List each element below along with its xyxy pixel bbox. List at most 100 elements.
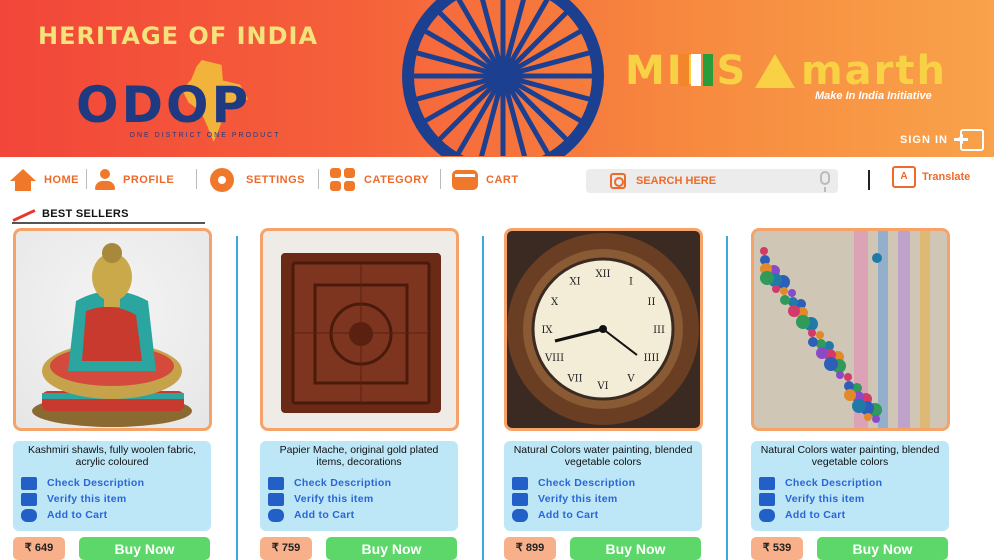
nav-divider [86, 169, 87, 189]
add-to-cart-link[interactable]: Add to Cart [512, 508, 598, 522]
translate-icon[interactable]: A [892, 166, 916, 188]
add-to-cart-link[interactable]: Add to Cart [21, 508, 107, 522]
shawl-flower [796, 315, 810, 329]
nav-divider [318, 169, 319, 189]
odop-logo-text: ODOP [76, 76, 252, 134]
verify-item-link[interactable]: Verify this item [268, 492, 374, 506]
ashoka-chakra-icon [402, 0, 604, 156]
column-divider [482, 236, 484, 560]
clock-numeral: I [629, 277, 633, 288]
gear-icon [210, 168, 234, 192]
clock-numeral: II [648, 297, 656, 308]
product-image-buddha-statue[interactable] [13, 228, 212, 431]
check-description-label: Check Description [294, 477, 392, 489]
sign-in-link[interactable]: SIGN IN [900, 134, 948, 146]
nav-item-settings[interactable]: SETTINGS [210, 168, 305, 192]
shawl-flower [780, 295, 790, 305]
shawl-flower [864, 413, 872, 421]
product-title: Natural Colors water painting, blended v… [513, 444, 693, 468]
shawl-flower [788, 289, 796, 297]
search-icon[interactable] [610, 173, 626, 189]
verified-icon [21, 492, 37, 506]
check-description-label: Check Description [785, 477, 883, 489]
cart-icon [21, 508, 37, 522]
buy-now-button[interactable]: Buy Now [570, 537, 701, 560]
check-description-label: Check Description [538, 477, 636, 489]
odop-tagline: ONE DISTRICT ONE PRODUCT [129, 132, 281, 139]
nav-item-home[interactable]: HOME [10, 168, 79, 192]
nav-item-category[interactable]: CATEGORY [330, 168, 429, 192]
product-image-carved-wooden-box[interactable] [260, 228, 459, 431]
cart-icon [268, 508, 284, 522]
sign-in-icon[interactable] [954, 129, 984, 151]
verified-icon [512, 492, 528, 506]
verified-icon [268, 492, 284, 506]
best-sellers-underline [12, 222, 205, 224]
clock-numeral: IIII [644, 353, 660, 364]
product-image-embroidered-shawl[interactable] [751, 228, 950, 431]
product-title: Papier Mache, original gold plated items… [279, 444, 439, 468]
product-image-wall-clock[interactable]: XII I II III IIII V VI VII VIII IX X XI [504, 228, 703, 431]
microphone-icon[interactable] [820, 171, 830, 192]
price-badge: ₹ 899 [504, 537, 556, 560]
heritage-title: HERITAGE OF INDIA [38, 22, 319, 50]
nav-item-profile[interactable]: PROFILE [95, 168, 174, 192]
add-to-cart-link[interactable]: Add to Cart [759, 508, 845, 522]
box-icon [21, 476, 37, 490]
nav-item-cart[interactable]: CART [452, 168, 519, 192]
clock-numeral: VIII [544, 353, 564, 364]
verify-item-label: Verify this item [47, 493, 127, 505]
add-to-cart-link[interactable]: Add to Cart [268, 508, 354, 522]
verify-item-label: Verify this item [785, 493, 865, 505]
verify-item-label: Verify this item [294, 493, 374, 505]
nav-divider [440, 169, 441, 189]
home-icon [10, 169, 36, 191]
buy-now-button[interactable]: Buy Now [79, 537, 210, 560]
product-title: Natural Colors water painting, blended v… [760, 444, 940, 468]
check-description-link[interactable]: Check Description [759, 476, 882, 490]
shawl-flower [780, 287, 788, 295]
translate-button[interactable]: Translate [922, 171, 970, 183]
mii-flag-bar [679, 54, 689, 86]
verify-item-link[interactable]: Verify this item [512, 492, 618, 506]
header-banner: HERITAGE OF INDIA ODOP ONE DISTRICT ONE … [0, 0, 994, 157]
mii-flag-bar [703, 54, 713, 86]
search-bar [586, 169, 838, 193]
check-description-link[interactable]: Check Description [268, 476, 391, 490]
shawl-flower [844, 389, 856, 401]
buy-now-button[interactable]: Buy Now [817, 537, 948, 560]
price-badge: ₹ 539 [751, 537, 803, 560]
product-card-body: Natural Colors water painting, blended v… [504, 441, 702, 531]
verify-item-link[interactable]: Verify this item [759, 492, 865, 506]
shawl-flower [808, 329, 816, 337]
nav-item-label: CART [486, 174, 519, 186]
price-badge: ₹ 649 [13, 537, 65, 560]
product-card-body: Papier Mache, original gold plated items… [260, 441, 458, 531]
profile-icon [95, 169, 115, 191]
trending-up-icon [12, 207, 36, 221]
check-description-link[interactable]: Check Description [21, 476, 144, 490]
clock-numeral: XII [595, 269, 610, 280]
search-input[interactable] [636, 172, 806, 190]
nav-divider [196, 169, 197, 189]
carved-box-image [281, 253, 441, 413]
shawl-flower [760, 271, 774, 285]
check-description-link[interactable]: Check Description [512, 476, 635, 490]
buy-now-button[interactable]: Buy Now [326, 537, 457, 560]
samarth-logo-text-rest: marth [801, 48, 947, 94]
verify-item-label: Verify this item [538, 493, 618, 505]
product-title: Kashmiri shawls, fully woolen fabric, ac… [27, 444, 197, 468]
product-card-body: Kashmiri shawls, fully woolen fabric, ac… [13, 441, 211, 531]
verify-item-link[interactable]: Verify this item [21, 492, 127, 506]
wall-clock-image: XIIIIIIIIIIIIVVIVIIVIIIIXXXI [507, 233, 699, 425]
nav-item-label: CATEGORY [364, 174, 430, 186]
add-to-cart-label: Add to Cart [785, 509, 846, 521]
best-sellers-label: BEST SELLERS [42, 208, 129, 220]
cart-icon [759, 508, 775, 522]
add-to-cart-label: Add to Cart [294, 509, 355, 521]
shawl-flower [808, 337, 818, 347]
shawl-flower [872, 253, 882, 263]
nav-divider [868, 170, 870, 190]
make-in-india-tagline: Make In India Initiative [815, 90, 932, 102]
buddha-statue-image [32, 243, 192, 427]
